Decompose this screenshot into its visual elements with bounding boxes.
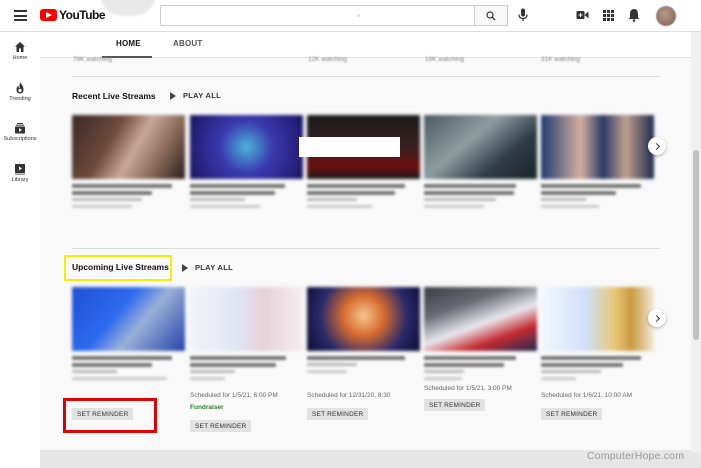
play-logo-icon [40, 9, 57, 21]
play-icon [182, 263, 188, 272]
subscriptions-icon [15, 123, 25, 134]
bell-icon[interactable] [628, 8, 640, 22]
youtube-logo[interactable]: YouTube [40, 8, 106, 22]
highlight-box-red [63, 398, 157, 433]
upcoming-play-all-button[interactable]: PLAY ALL [182, 263, 233, 272]
channel-tabs: HOME ABOUT [40, 32, 691, 58]
recent-live-streams-title[interactable]: Recent Live Streams [72, 91, 156, 101]
watching-count: 31K watching [541, 56, 581, 63]
scheduled-time: Scheduled for 1/6/21, 10:00 AM [541, 392, 633, 399]
tab-home[interactable]: HOME [116, 39, 141, 48]
sidebar-item-label: Home [12, 55, 28, 61]
video-meta-blurred [424, 356, 536, 380]
video-camera-icon[interactable] [576, 10, 589, 20]
video-meta-blurred [190, 184, 302, 208]
video-thumbnail[interactable] [72, 287, 185, 351]
play-icon [170, 91, 176, 100]
sidebar-item-label: Subscriptions [3, 136, 37, 142]
masthead: YouTube [0, 0, 701, 32]
set-reminder-label: SET REMINDER [546, 410, 598, 418]
menu-icon[interactable] [14, 10, 27, 21]
video-thumbnail[interactable] [424, 287, 537, 351]
search-input[interactable] [160, 5, 475, 26]
video-meta-blurred [72, 356, 184, 380]
redacted-overlay [299, 137, 400, 157]
chevron-right-icon [652, 142, 660, 150]
video-thumbnail[interactable] [541, 115, 654, 179]
play-all-label: PLAY ALL [183, 91, 221, 100]
set-reminder-label: SET REMINDER [195, 422, 247, 430]
video-meta-blurred [307, 356, 419, 373]
set-reminder-button[interactable]: SET REMINDER [307, 408, 369, 420]
section-divider [72, 76, 660, 77]
video-thumbnail[interactable] [541, 287, 654, 351]
video-meta-blurred [307, 184, 419, 208]
sidebar-item-label: Library [11, 177, 29, 183]
highlight-box-yellow [64, 255, 172, 281]
logo-text: YouTube [59, 8, 106, 22]
search-icon [486, 10, 496, 20]
sidebar-item-home[interactable]: Home [0, 41, 40, 61]
scheduled-time: Scheduled for 1/5/21, 3:00 PM [424, 385, 512, 392]
set-reminder-label: SET REMINDER [312, 410, 364, 418]
sidebar: Home Trending Subscriptions Library [0, 32, 40, 468]
set-reminder-button[interactable]: SET REMINDER [541, 408, 603, 420]
library-icon [15, 164, 25, 175]
video-thumbnail[interactable] [424, 115, 537, 179]
avatar[interactable] [656, 6, 676, 26]
sidebar-item-subscriptions[interactable]: Subscriptions [0, 122, 40, 142]
carousel-next-button[interactable] [648, 309, 666, 327]
chevron-right-icon [652, 314, 660, 322]
sidebar-item-label: Trending [9, 96, 31, 102]
sidebar-item-trending[interactable]: Trending [0, 82, 40, 102]
microphone-icon[interactable] [518, 8, 528, 22]
search-button[interactable] [475, 5, 508, 26]
apps-icon[interactable] [603, 10, 614, 21]
watching-count: 12K watching [308, 56, 348, 63]
scheduled-time: Scheduled for 1/5/21, 6:00 PM [190, 392, 278, 399]
video-meta-blurred [72, 184, 184, 208]
carousel-next-button[interactable] [648, 137, 666, 155]
video-meta-blurred [424, 184, 536, 208]
scrollbar-thumb[interactable] [693, 150, 699, 340]
play-all-label: PLAY ALL [195, 263, 233, 272]
sidebar-item-library[interactable]: Library [0, 163, 40, 183]
video-thumbnail[interactable] [190, 287, 303, 351]
watermark: ComputerHope.com [587, 450, 685, 462]
fundraiser-badge: Fundraiser [190, 404, 224, 411]
recent-play-all-button[interactable]: PLAY ALL [170, 91, 221, 100]
watching-count: 78K watching [73, 56, 113, 63]
set-reminder-button[interactable]: SET REMINDER [424, 399, 486, 411]
video-thumbnail[interactable] [190, 115, 303, 179]
search-input-marker [357, 14, 360, 17]
watching-count: 18K watching [425, 56, 465, 63]
set-reminder-button[interactable]: SET REMINDER [190, 420, 252, 432]
video-meta-blurred [190, 356, 302, 380]
video-thumbnail[interactable] [72, 115, 185, 179]
channel-avatar-blur [100, 0, 156, 16]
video-meta-blurred [541, 356, 653, 380]
home-icon [15, 42, 25, 52]
section-divider [72, 248, 660, 249]
set-reminder-label: SET REMINDER [429, 401, 481, 409]
scheduled-time: Scheduled for 12/31/20, 8:30 [307, 392, 391, 399]
flame-icon [16, 82, 24, 94]
video-thumbnail[interactable] [307, 287, 420, 351]
tab-about[interactable]: ABOUT [173, 39, 202, 48]
video-meta-blurred [541, 184, 653, 208]
